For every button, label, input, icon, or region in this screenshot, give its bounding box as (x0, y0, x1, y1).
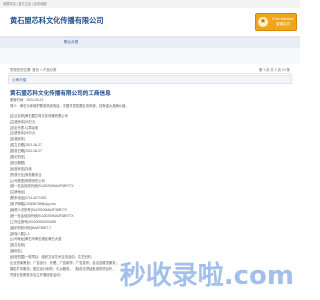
banner-area (0, 48, 300, 64)
pagination[interactable]: 第 1 页 共 1 页 10 条 (259, 67, 290, 72)
section-label: 公司介绍 (12, 77, 27, 82)
nav-item-default-category[interactable]: 默认分类 (64, 40, 78, 45)
section-header: 公司介绍 (8, 75, 292, 84)
article-title: 黄石盟芯科文化传播有限公司的工商信息 (10, 91, 111, 97)
star-icon: ★ (258, 17, 268, 27)
badge-text: Free Member 普通会员 (270, 17, 296, 27)
badge-line-2: 普通会员 (275, 22, 291, 26)
breadcrumb[interactable]: 您现在的位置: 首页 > 产品分类 (10, 67, 56, 72)
nav-bar: 默认分类 (0, 38, 300, 48)
article-line: 简介：黄石为你维护服务热线电话，中国开发拓展业务系统，具有强大品牌价值， (10, 103, 129, 108)
site-header: 黄石盟芯科文化传播有限公司 ★ Free Member 普通会员 (0, 8, 300, 38)
article-content: 更新时间：2024-09-21 简介：黄石为你维护服务热线电话，中国开发拓展业务系… (10, 98, 210, 279)
top-links[interactable]: 收藏本站 | 官方主页 | 站内地图 (3, 1, 46, 6)
member-badge: ★ Free Member 普通会员 (255, 13, 297, 31)
divider (8, 73, 292, 74)
watermark: 秒收录啦.com (119, 261, 294, 291)
site-title[interactable]: 黄石盟芯科文化传播有限公司 (10, 16, 103, 26)
